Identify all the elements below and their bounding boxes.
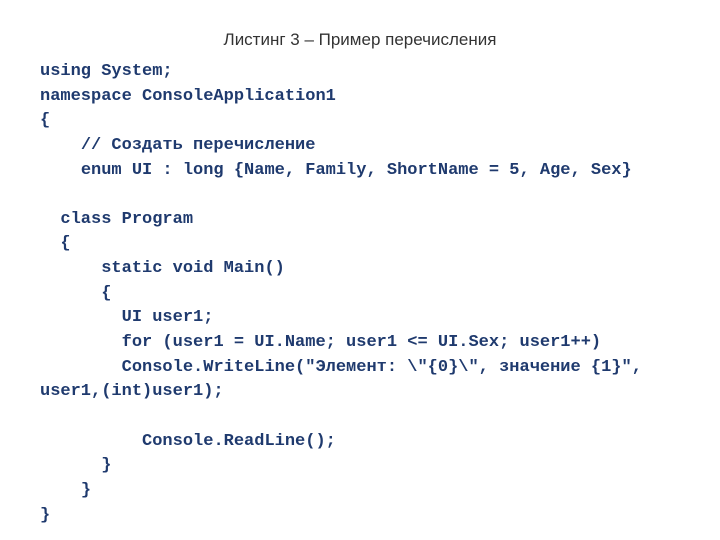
code-listing: using System; namespace ConsoleApplicati…: [40, 60, 680, 528]
listing-title: Листинг 3 – Пример перечисления: [40, 30, 680, 50]
